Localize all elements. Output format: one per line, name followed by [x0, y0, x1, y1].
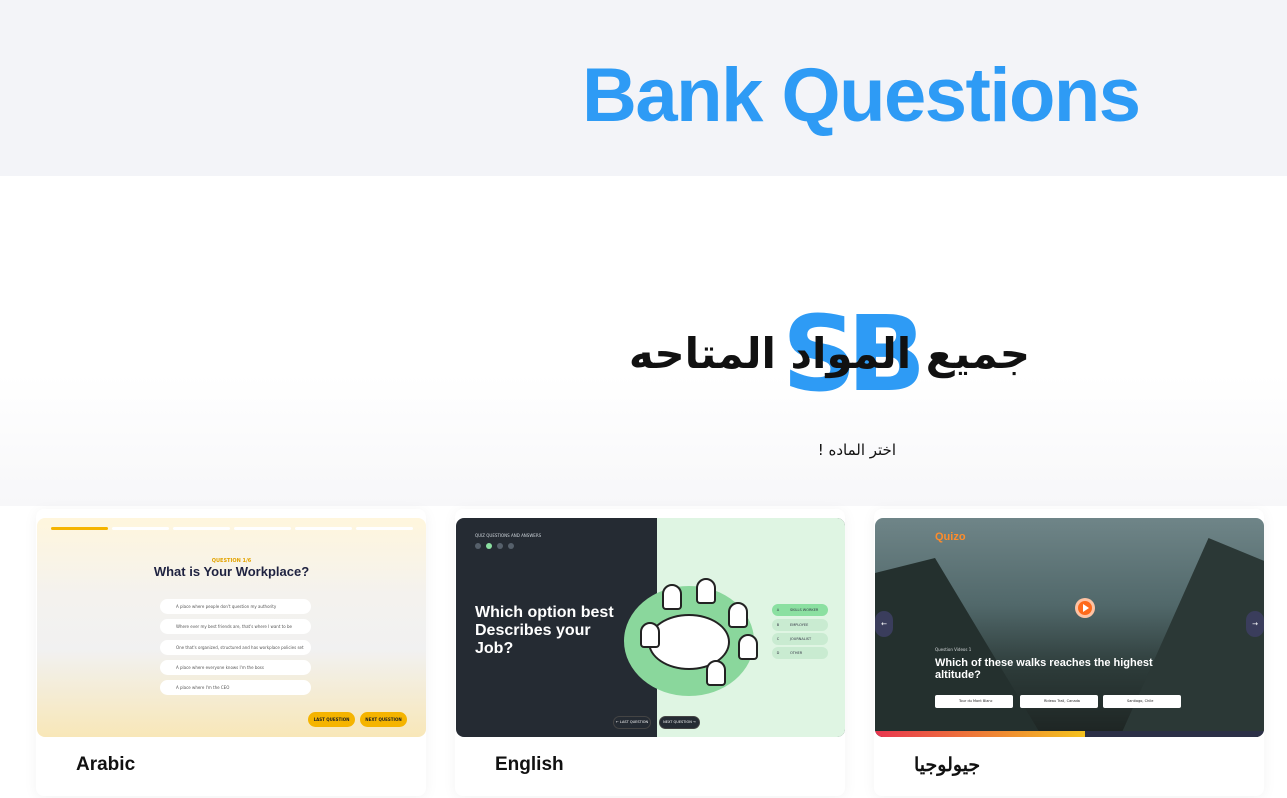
answer-choice: Tour du Mont Blanc: [935, 695, 1013, 708]
answer-option: A place where everyone knows I'm the bos…: [160, 660, 311, 675]
card-thumbnail[interactable]: QUIZ QUESTIONS AND ANSWERS Which option …: [456, 518, 845, 737]
answer-choice: Rideau Trail, Canada: [1020, 695, 1098, 708]
quiz-progress: [51, 527, 413, 530]
person-illustration: [706, 660, 726, 686]
section-subtitle: اختر الماده !: [817, 441, 896, 459]
person-illustration: [738, 634, 758, 660]
subject-card-arabic[interactable]: QUESTION 1/6 What is Your Workplace? A p…: [36, 509, 426, 796]
question-subtitle: Question Videos 1: [935, 647, 972, 652]
arrow-left-icon: ←: [875, 611, 893, 637]
answer-option: One that's organized, structured and has…: [160, 640, 311, 655]
card-thumbnail[interactable]: Quizo ← → Question Videos 1 Which of the…: [875, 518, 1264, 737]
question-title: Which of these walks reaches the highest…: [935, 657, 1153, 681]
person-illustration: [696, 578, 716, 604]
card-thumbnail[interactable]: QUESTION 1/6 What is Your Workplace? A p…: [37, 518, 426, 737]
section-title: جميع المواد المتاحه: [628, 329, 1030, 378]
card-label[interactable]: English: [495, 754, 564, 776]
person-illustration: [728, 602, 748, 628]
answer-letter: A: [776, 608, 780, 612]
question-title: Which option best Describes your Job?: [475, 604, 614, 657]
person-illustration: [640, 622, 660, 648]
page-title: Bank Questions: [582, 53, 1141, 138]
card-label[interactable]: جيولوجيا: [914, 754, 980, 777]
step-dots: [475, 543, 514, 549]
answer-letter: B: [776, 623, 780, 627]
question-title: What is Your Workplace?: [153, 564, 310, 579]
answer-option: A place where people don't question my a…: [160, 599, 311, 614]
quizo-logo: Quizo: [935, 531, 966, 543]
next-question-button: NEXT QUESTION →: [659, 716, 700, 729]
video-progress-fill: [875, 731, 1086, 737]
last-question-button: LAST QUESTION: [308, 712, 355, 727]
next-question-button: NEXT QUESTION: [360, 712, 407, 727]
answer-letter: D: [776, 651, 780, 655]
card-label[interactable]: Arabic: [76, 754, 135, 776]
last-question-button: ← LAST QUESTION: [613, 716, 651, 729]
answer-option: Where ever my best friends are, that's w…: [160, 619, 311, 634]
play-icon: [1075, 598, 1095, 618]
answer-choice: Santiago, Chile: [1103, 695, 1181, 708]
quiz-kicker: QUIZ QUESTIONS AND ANSWERS: [475, 533, 542, 538]
arrow-right-icon: →: [1246, 611, 1264, 637]
subject-card-geology[interactable]: Quizo ← → Question Videos 1 Which of the…: [874, 509, 1264, 796]
hero-banner: Bank Questions: [0, 0, 1287, 176]
answer-option: A place where I'm the CEO: [160, 680, 311, 695]
answer-letter: C: [776, 637, 780, 641]
person-illustration: [662, 584, 682, 610]
subject-card-english[interactable]: QUIZ QUESTIONS AND ANSWERS Which option …: [455, 509, 845, 796]
